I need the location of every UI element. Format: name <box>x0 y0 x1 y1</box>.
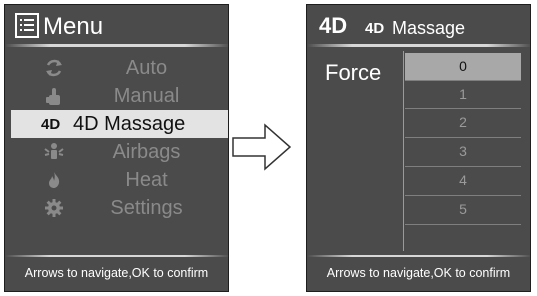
massage-header-divider <box>307 44 530 47</box>
menu-footer-hint: Arrows to navigate,OK to confirm <box>24 266 209 280</box>
force-option-3[interactable]: 3 <box>405 138 521 165</box>
row-divider <box>405 224 521 225</box>
force-label: Force <box>325 60 382 85</box>
massage-footer-divider <box>307 255 530 257</box>
menu-item-label: Settings <box>110 197 183 219</box>
hand-icon <box>43 86 65 106</box>
menu-item-label: Airbags <box>112 141 181 163</box>
massage-panel: 4D 4D Massage Force 0 1 2 3 4 5 Arrows t… <box>306 4 531 292</box>
massage-title-badge: 4D <box>365 20 385 37</box>
menu-item-4d-massage[interactable]: 4D 4D Massage <box>11 110 228 138</box>
menu-item-label: Heat <box>125 169 168 191</box>
force-divider <box>403 51 404 251</box>
menu-header: Menu <box>5 5 228 45</box>
4d-icon: 4D <box>319 13 348 38</box>
massage-title: Massage <box>392 18 466 38</box>
menu-item-settings[interactable]: Settings <box>5 194 228 222</box>
menu-item-auto[interactable]: Auto <box>5 54 228 82</box>
menu-header-divider <box>5 44 228 47</box>
menu-item-heat[interactable]: Heat <box>5 166 228 194</box>
menu-list-icon <box>15 13 39 38</box>
force-option-4[interactable]: 4 <box>405 167 521 194</box>
force-option-5[interactable]: 5 <box>405 196 521 223</box>
force-option-2[interactable]: 2 <box>405 109 521 136</box>
force-option-1[interactable]: 1 <box>405 81 521 108</box>
massage-header: 4D 4D Massage <box>307 5 530 45</box>
menu-item-label: Auto <box>125 57 168 79</box>
flame-icon <box>43 170 65 190</box>
airbag-icon <box>43 142 65 162</box>
cycle-icon <box>43 58 65 78</box>
menu-title: Menu <box>43 13 104 40</box>
massage-footer-hint: Arrows to navigate,OK to confirm <box>326 266 511 280</box>
menu-item-airbags[interactable]: Airbags <box>5 138 228 166</box>
gear-icon <box>43 198 65 218</box>
menu-footer-divider <box>5 255 228 257</box>
menu-panel: Menu Auto Manual 4D 4D Massage Airbags H… <box>4 4 229 292</box>
menu-item-label: Manual <box>113 85 180 107</box>
menu-item-label: 4D Massage <box>73 113 186 135</box>
4d-icon: 4D <box>41 116 61 133</box>
right-arrow-icon <box>232 123 292 171</box>
force-option-0[interactable]: 0 <box>405 53 521 80</box>
menu-item-manual[interactable]: Manual <box>5 82 228 110</box>
